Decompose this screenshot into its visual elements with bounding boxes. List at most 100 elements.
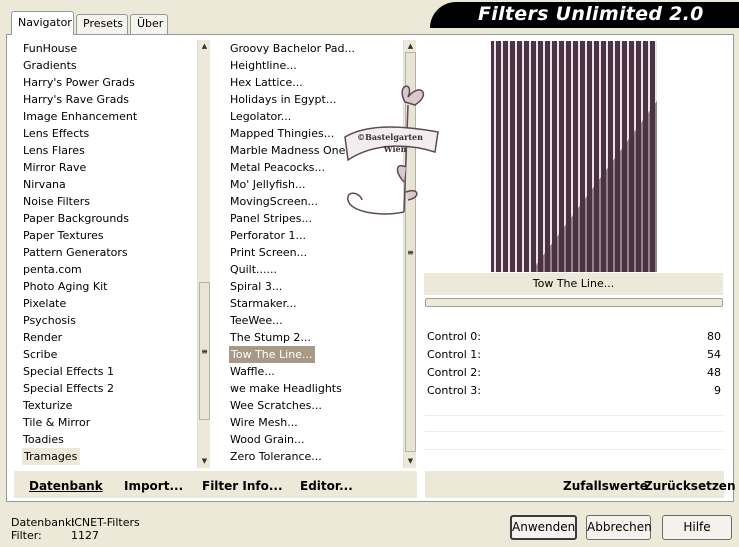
scroll-up-icon[interactable]: ▲ xyxy=(199,41,210,52)
filter-list-item[interactable]: Perforator 1... xyxy=(229,229,306,242)
category-scrollbar[interactable]: ▲ ≡ ▼ xyxy=(197,40,210,468)
preview-progress-bar xyxy=(425,298,723,307)
watermark-text-2: Wien xyxy=(383,144,407,154)
filter-info-button[interactable]: Filter Info... xyxy=(202,479,283,493)
control-2[interactable]: Control 2: 48 xyxy=(427,366,723,384)
category-list-item[interactable]: Lens Flares xyxy=(22,144,85,157)
scroll-down-icon[interactable]: ▼ xyxy=(199,456,210,467)
filter-list-item[interactable]: Wire Mesh... xyxy=(229,416,298,429)
filter-list-item[interactable]: Wee Scratches... xyxy=(229,399,322,412)
category-list[interactable]: FunHouse Gradients Harry's Power Grads Harr… xyxy=(22,40,197,465)
category-list-item[interactable]: Harry's Rave Grads xyxy=(22,93,129,106)
category-list-item[interactable]: Pattern Generators xyxy=(22,246,128,259)
category-list-item[interactable]: Paper Backgrounds xyxy=(22,212,129,225)
filter-list-item[interactable]: Groovy Bachelor Pad... xyxy=(229,42,355,55)
preview-stripe xyxy=(494,41,496,272)
category-list-item[interactable]: Harry's Power Grads xyxy=(22,76,135,89)
filter-list-item[interactable]: Waffle... xyxy=(229,365,275,378)
cancel-button[interactable]: Abbrechen xyxy=(586,515,652,540)
category-list-item[interactable]: Image Enhancement xyxy=(22,110,137,123)
filter-list-item[interactable]: Mapped Thingies... xyxy=(229,127,334,140)
filter-list-item[interactable]: Spiral 3... xyxy=(229,280,282,293)
app-title: Filters Unlimited 2.0 xyxy=(478,3,704,25)
random-values-button[interactable]: Zufallswerte xyxy=(563,479,648,493)
control-0[interactable]: Control 0: 80 xyxy=(427,330,723,348)
tab-uber[interactable]: Über xyxy=(130,14,168,34)
control-value: 9 xyxy=(714,384,721,397)
category-list-item[interactable]: Psychosis xyxy=(22,314,76,327)
reset-button[interactable]: Zurücksetzen xyxy=(644,479,735,493)
db-label: Datenbank: xyxy=(11,516,76,529)
preview-stripe xyxy=(543,41,545,272)
filter-list-item[interactable]: Tow The Line... xyxy=(229,346,316,363)
datenbank-button[interactable]: Datenbank xyxy=(29,479,103,493)
category-list-item[interactable]: Nirvana xyxy=(22,178,66,191)
filter-list-item[interactable]: The Stump 2... xyxy=(229,331,311,344)
filter-count: 1127 xyxy=(71,529,99,542)
filter-list-item[interactable]: Quilt...... xyxy=(229,263,277,276)
category-list-item[interactable]: Photo Aging Kit xyxy=(22,280,107,293)
preview-stripe xyxy=(522,41,524,272)
preview-image xyxy=(491,41,657,272)
filter-list-item[interactable]: Marble Madness One... xyxy=(229,144,356,157)
tab-presets[interactable]: Presets xyxy=(76,14,128,34)
category-list-item[interactable]: Texturize xyxy=(22,399,72,412)
editor-button[interactable]: Editor... xyxy=(300,479,353,493)
scroll-down-icon[interactable]: ▼ xyxy=(405,456,416,467)
filter-list-item[interactable]: Starmaker... xyxy=(229,297,297,310)
filter-list-item[interactable]: MovingScreen... xyxy=(229,195,318,208)
category-list-item[interactable]: FunHouse xyxy=(22,42,77,55)
category-list-item[interactable]: Gradients xyxy=(22,59,77,72)
import-button[interactable]: Import... xyxy=(124,479,183,493)
filter-list-item[interactable]: Hex Lattice... xyxy=(229,76,303,89)
preview-stripe xyxy=(536,41,538,272)
apply-button[interactable]: Anwenden xyxy=(510,515,577,540)
preview-filter-name: Tow The Line... xyxy=(424,273,723,295)
control-value: 48 xyxy=(707,366,721,379)
filter-list-item[interactable]: TeeWee... xyxy=(229,314,283,327)
category-list-item[interactable]: Render xyxy=(22,331,62,344)
filter-list-item[interactable]: Legolator... xyxy=(229,110,291,123)
preview-stripe xyxy=(529,41,531,272)
filter-list-item[interactable]: we make Headlights xyxy=(229,382,342,395)
filter-list-item[interactable]: Heightline... xyxy=(229,59,297,72)
control-value: 54 xyxy=(707,348,721,361)
filter-list-item[interactable]: Holidays in Egypt... xyxy=(229,93,336,106)
filter-list-item[interactable]: Zero Tolerance... xyxy=(229,450,322,463)
category-list-item[interactable]: Mirror Rave xyxy=(22,161,86,174)
filter-list-item[interactable]: Mo' Jellyfish... xyxy=(229,178,306,191)
filter-list-item[interactable]: Print Screen... xyxy=(229,246,307,259)
filter-list-item[interactable]: Wood Grain... xyxy=(229,433,304,446)
help-button[interactable]: Hilfe xyxy=(662,515,732,540)
category-list-item[interactable]: penta.com xyxy=(22,263,82,276)
control-value: 80 xyxy=(707,330,721,343)
watermark-logo: ©Bastelgarten Wien xyxy=(340,72,440,222)
preview-stripe xyxy=(515,41,517,272)
divider xyxy=(425,431,723,432)
category-list-item[interactable]: Lens Effects xyxy=(22,127,89,140)
category-list-item[interactable]: Tile & Mirror xyxy=(22,416,90,429)
category-list-item[interactable]: Tramages xyxy=(22,448,81,465)
scroll-up-icon[interactable]: ▲ xyxy=(405,41,416,52)
scroll-thumb[interactable]: ≡ xyxy=(199,282,210,420)
category-list-item[interactable]: Toadies xyxy=(22,433,64,446)
category-list-item[interactable]: Pixelate xyxy=(22,297,66,310)
control-label: Control 0: xyxy=(427,330,481,343)
control-1[interactable]: Control 1: 54 xyxy=(427,348,723,366)
category-list-item[interactable]: Special Effects 1 xyxy=(22,365,114,378)
control-label: Control 2: xyxy=(427,366,481,379)
control-label: Control 3: xyxy=(427,384,481,397)
category-list-item[interactable]: Scribe xyxy=(22,348,57,361)
tab-navigator[interactable]: Navigator xyxy=(11,11,74,35)
control-3[interactable]: Control 3: 9 xyxy=(427,384,723,402)
filter-label: Filter: xyxy=(11,529,42,542)
watermark-text: ©Bastelgarten xyxy=(357,132,423,142)
db-value: ICNET-Filters xyxy=(71,516,140,529)
preview-stripe xyxy=(550,41,552,272)
filter-list-item[interactable]: Panel Stripes... xyxy=(229,212,312,225)
preview-stripe xyxy=(501,41,503,272)
category-list-item[interactable]: Special Effects 2 xyxy=(22,382,114,395)
filter-list-item[interactable]: Metal Peacocks... xyxy=(229,161,325,174)
category-list-item[interactable]: Noise Filters xyxy=(22,195,90,208)
category-list-item[interactable]: Paper Textures xyxy=(22,229,104,242)
